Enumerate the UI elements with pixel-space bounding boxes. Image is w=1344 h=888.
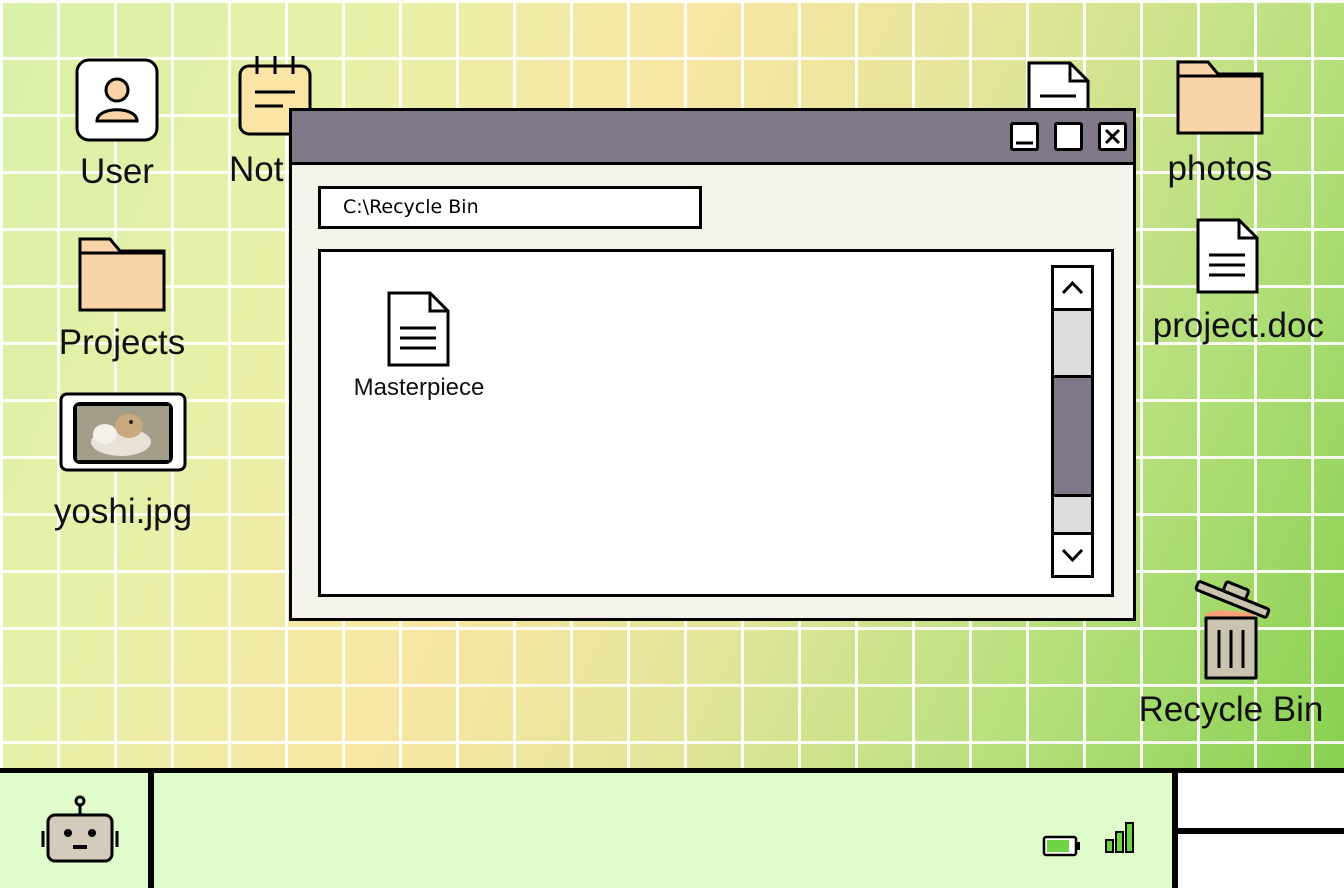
chevron-up-icon <box>1061 280 1084 295</box>
file-item-label: Masterpiece <box>353 374 485 401</box>
scroll-up-button[interactable] <box>1054 268 1091 311</box>
chevron-down-icon <box>1061 548 1084 563</box>
address-bar[interactable]: C:\Recycle Bin <box>318 186 702 229</box>
folder-icon <box>78 237 166 312</box>
desktop-icon-label: yoshi.jpg <box>53 492 193 531</box>
desktop-icon-label: project.doc <box>1152 306 1324 345</box>
desktop-icon-label: Projects <box>58 323 186 362</box>
desktop-icon-photos[interactable]: photos <box>1155 58 1285 189</box>
window-titlebar[interactable] <box>292 111 1133 165</box>
maximize-button[interactable] <box>1054 122 1083 151</box>
scrollbar-thumb[interactable] <box>1054 375 1091 497</box>
start-button[interactable] <box>0 773 154 888</box>
desktop-icon-projects[interactable]: Projects <box>52 235 192 363</box>
desktop-icon-label: Recycle Bin <box>1138 690 1324 729</box>
folder-icon <box>1176 60 1264 135</box>
image-thumbnail-icon <box>59 392 187 472</box>
battery-icon <box>1042 835 1080 857</box>
taskbar <box>0 768 1344 888</box>
desktop-icon-label: photos <box>1167 149 1273 188</box>
desktop-icon-project-doc[interactable]: project.doc <box>1128 217 1328 346</box>
document-icon <box>387 291 450 367</box>
tray-divider <box>1178 828 1344 834</box>
user-icon <box>75 58 159 142</box>
desktop-icon-user[interactable]: User <box>60 58 174 192</box>
document-icon <box>1196 218 1259 294</box>
close-icon <box>1104 128 1121 145</box>
desktop-icon-recycle-bin[interactable]: Recycle Bin <box>1130 570 1332 730</box>
close-button[interactable] <box>1098 122 1127 151</box>
desktop-icon-yoshi[interactable]: yoshi.jpg <box>44 392 202 532</box>
signal-icon <box>1105 822 1134 853</box>
recycle-bin-icon <box>1194 580 1271 680</box>
vertical-scrollbar[interactable] <box>1051 265 1094 578</box>
file-list-pane[interactable]: Masterpiece <box>318 249 1114 597</box>
taskbar-tray-panel[interactable] <box>1172 773 1344 888</box>
robot-icon <box>41 795 119 863</box>
minimize-icon <box>1016 141 1033 145</box>
desktop-icon-label: User <box>80 152 154 191</box>
scroll-down-button[interactable] <box>1054 532 1091 575</box>
minimize-button[interactable] <box>1010 122 1039 151</box>
explorer-window[interactable]: C:\Recycle Bin Masterpiece <box>289 108 1136 621</box>
file-item-masterpiece[interactable]: Masterpiece <box>346 290 492 402</box>
desktop: User Not Projects yoshi.jpg photos proje… <box>0 0 1344 770</box>
